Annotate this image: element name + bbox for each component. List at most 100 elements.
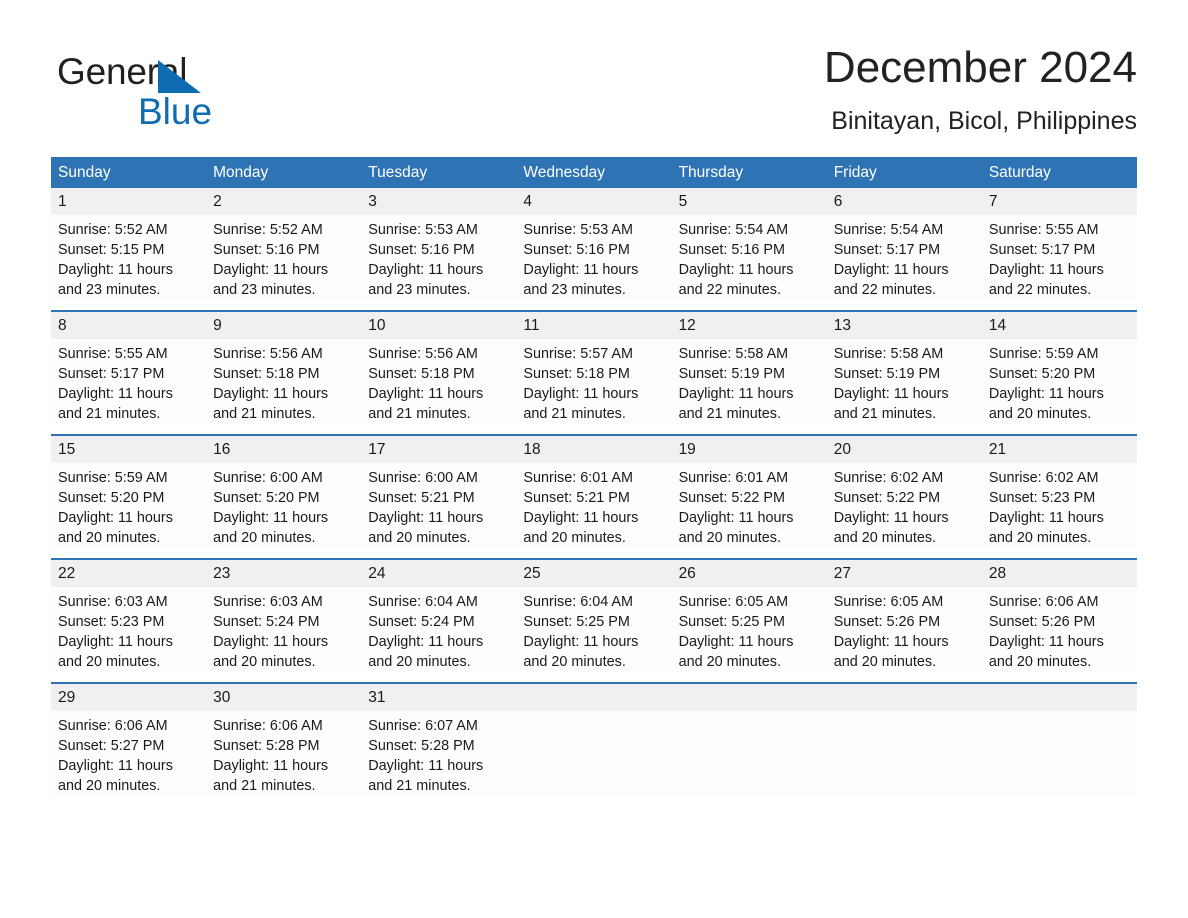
day-number[interactable]: 30 xyxy=(206,684,361,711)
day-number-row: 29 30 31 xyxy=(51,684,1137,711)
day-cell[interactable]: Sunrise: 6:03 AM Sunset: 5:23 PM Daylight:… xyxy=(51,587,206,673)
day-cell[interactable]: Sunrise: 5:53 AM Sunset: 5:16 PM Daylight:… xyxy=(361,215,516,301)
day-daylight-1-text: Daylight: 11 hours xyxy=(678,262,794,278)
day-number[interactable]: 18 xyxy=(516,436,671,463)
day-number[interactable]: 25 xyxy=(516,560,671,587)
day-cell[interactable]: Sunrise: 6:01 AM Sunset: 5:22 PM Daylight:… xyxy=(672,463,827,549)
day-number[interactable]: 7 xyxy=(982,188,1137,215)
day-number[interactable]: 31 xyxy=(361,684,516,711)
calendar-week-row: 29 30 31 Sunrise: 6:06 AM Sunset: 5:27 PM Day… xyxy=(51,682,1137,797)
day-daylight-2-text: and 20 minutes. xyxy=(988,530,1092,546)
day-cell[interactable]: Sunrise: 5:59 AM Sunset: 5:20 PM Daylight:… xyxy=(51,463,206,549)
day-cell[interactable]: Sunrise: 6:04 AM Sunset: 5:24 PM Daylight:… xyxy=(361,587,516,673)
day-cell[interactable]: Sunrise: 6:02 AM Sunset: 5:22 PM Daylight:… xyxy=(827,463,982,549)
day-sunrise-text: Sunrise: 6:02 AM xyxy=(988,470,1099,486)
day-cell[interactable]: Sunrise: 5:57 AM Sunset: 5:18 PM Daylight:… xyxy=(516,339,671,425)
day-number[interactable]: 6 xyxy=(827,188,982,215)
day-sunset-text: Sunset: 5:25 PM xyxy=(678,614,785,630)
day-cell[interactable]: Sunrise: 6:02 AM Sunset: 5:23 PM Daylight:… xyxy=(982,463,1137,549)
day-cell[interactable]: Sunrise: 5:56 AM Sunset: 5:18 PM Daylight:… xyxy=(206,339,361,425)
day-daylight-2-text: and 21 minutes. xyxy=(368,406,471,422)
logo-triangle-icon xyxy=(158,60,201,93)
day-sunrise-text: Sunrise: 6:05 AM xyxy=(678,594,789,610)
day-daylight-2-text: and 23 minutes. xyxy=(58,282,161,298)
weekday-header-saturday: Saturday xyxy=(988,164,1051,181)
weekday-header-row: Sunday Monday Tuesday Wednesday Thursday Frid… xyxy=(51,157,1137,188)
day-cell[interactable]: Sunrise: 5:54 AM Sunset: 5:16 PM Daylight:… xyxy=(672,215,827,301)
day-sunset-text: Sunset: 5:18 PM xyxy=(368,366,475,382)
day-number[interactable]: 24 xyxy=(361,560,516,587)
day-daylight-2-text: and 20 minutes. xyxy=(523,530,626,546)
day-daylight-1-text: Daylight: 11 hours xyxy=(988,386,1104,402)
day-number-row: 8 9 10 11 12 13 14 xyxy=(51,312,1137,339)
day-number[interactable]: 16 xyxy=(206,436,361,463)
day-number[interactable]: 17 xyxy=(361,436,516,463)
day-cell[interactable]: Sunrise: 6:06 AM Sunset: 5:28 PM Daylight:… xyxy=(206,711,361,797)
general-blue-logo: General Blue xyxy=(57,50,357,136)
day-cell[interactable]: Sunrise: 5:52 AM Sunset: 5:15 PM Daylight:… xyxy=(51,215,206,301)
day-cell[interactable]: Sunrise: 6:01 AM Sunset: 5:21 PM Daylight:… xyxy=(516,463,671,549)
weekday-header-sunday: Sunday xyxy=(58,164,111,181)
day-cell[interactable]: Sunrise: 6:00 AM Sunset: 5:21 PM Daylight:… xyxy=(361,463,516,549)
day-number[interactable]: 26 xyxy=(672,560,827,587)
day-sunset-text: Sunset: 5:16 PM xyxy=(678,242,785,258)
day-sunrise-text: Sunrise: 6:03 AM xyxy=(213,594,323,610)
day-daylight-1-text: Daylight: 11 hours xyxy=(678,386,794,402)
day-daylight-2-text: and 20 minutes. xyxy=(58,530,161,546)
day-number[interactable]: 2 xyxy=(206,188,361,215)
day-cell[interactable]: Sunrise: 5:53 AM Sunset: 5:16 PM Daylight:… xyxy=(516,215,671,301)
day-daylight-2-text: and 21 minutes. xyxy=(523,406,626,422)
day-cell[interactable]: Sunrise: 6:06 AM Sunset: 5:26 PM Daylight:… xyxy=(982,587,1137,673)
day-number[interactable]: 21 xyxy=(982,436,1137,463)
day-number[interactable]: 14 xyxy=(982,312,1137,339)
day-daylight-2-text: and 20 minutes. xyxy=(213,654,316,670)
day-number[interactable]: 19 xyxy=(672,436,827,463)
day-number[interactable]: 10 xyxy=(361,312,516,339)
day-cell[interactable]: Sunrise: 5:55 AM Sunset: 5:17 PM Daylight:… xyxy=(982,215,1137,301)
day-sunrise-text: Sunrise: 5:59 AM xyxy=(988,346,1099,362)
day-sunset-text: Sunset: 5:22 PM xyxy=(833,490,941,506)
day-number[interactable]: 5 xyxy=(672,188,827,215)
day-number[interactable]: 9 xyxy=(206,312,361,339)
day-daylight-1-text: Daylight: 11 hours xyxy=(988,262,1104,278)
day-cell[interactable]: Sunrise: 5:58 AM Sunset: 5:19 PM Daylight:… xyxy=(672,339,827,425)
day-cell-empty xyxy=(982,711,1137,797)
day-number[interactable]: 20 xyxy=(827,436,982,463)
day-cell[interactable]: Sunrise: 5:59 AM Sunset: 5:20 PM Daylight:… xyxy=(982,339,1137,425)
day-number[interactable]: 1 xyxy=(51,188,206,215)
day-number[interactable]: 4 xyxy=(516,188,671,215)
day-cell[interactable]: Sunrise: 6:04 AM Sunset: 5:25 PM Daylight:… xyxy=(516,587,671,673)
day-cell[interactable]: Sunrise: 5:58 AM Sunset: 5:19 PM Daylight:… xyxy=(827,339,982,425)
day-sunset-text: Sunset: 5:24 PM xyxy=(213,614,320,630)
day-cell[interactable]: Sunrise: 6:06 AM Sunset: 5:27 PM Daylight:… xyxy=(51,711,206,797)
location-subtitle: Binitayan, Bicol, Philippines xyxy=(831,107,1137,135)
day-number[interactable]: 22 xyxy=(51,560,206,587)
day-sunrise-text: Sunrise: 5:58 AM xyxy=(678,346,789,362)
day-number[interactable]: 29 xyxy=(51,684,206,711)
day-cell[interactable]: Sunrise: 6:03 AM Sunset: 5:24 PM Daylight:… xyxy=(206,587,361,673)
day-cell[interactable]: Sunrise: 5:52 AM Sunset: 5:16 PM Daylight:… xyxy=(206,215,361,301)
page-header: General Blue December 2024 Binitayan, Bi… xyxy=(51,40,1137,150)
day-number[interactable]: 11 xyxy=(516,312,671,339)
day-number[interactable]: 28 xyxy=(982,560,1137,587)
day-daylight-1-text: Daylight: 11 hours xyxy=(213,262,329,278)
day-cell[interactable]: Sunrise: 5:55 AM Sunset: 5:17 PM Daylight:… xyxy=(51,339,206,425)
day-sunrise-text: Sunrise: 6:04 AM xyxy=(368,594,478,610)
day-cell[interactable]: Sunrise: 6:05 AM Sunset: 5:25 PM Daylight:… xyxy=(672,587,827,673)
day-sunrise-text: Sunrise: 6:00 AM xyxy=(368,470,478,486)
day-sunrise-text: Sunrise: 5:52 AM xyxy=(213,222,323,238)
day-daylight-1-text: Daylight: 11 hours xyxy=(213,634,329,650)
day-number[interactable]: 15 xyxy=(51,436,206,463)
day-sunset-text: Sunset: 5:17 PM xyxy=(833,242,941,258)
day-number[interactable]: 3 xyxy=(361,188,516,215)
day-number[interactable]: 13 xyxy=(827,312,982,339)
day-cell[interactable]: Sunrise: 6:00 AM Sunset: 5:20 PM Daylight:… xyxy=(206,463,361,549)
day-number[interactable]: 27 xyxy=(827,560,982,587)
day-number[interactable]: 12 xyxy=(672,312,827,339)
day-cell[interactable]: Sunrise: 5:54 AM Sunset: 5:17 PM Daylight:… xyxy=(827,215,982,301)
day-cell[interactable]: Sunrise: 6:07 AM Sunset: 5:28 PM Daylight:… xyxy=(361,711,516,797)
day-cell[interactable]: Sunrise: 5:56 AM Sunset: 5:18 PM Daylight:… xyxy=(361,339,516,425)
day-number[interactable]: 8 xyxy=(51,312,206,339)
day-cell[interactable]: Sunrise: 6:05 AM Sunset: 5:26 PM Daylight:… xyxy=(827,587,982,673)
day-number[interactable]: 23 xyxy=(206,560,361,587)
